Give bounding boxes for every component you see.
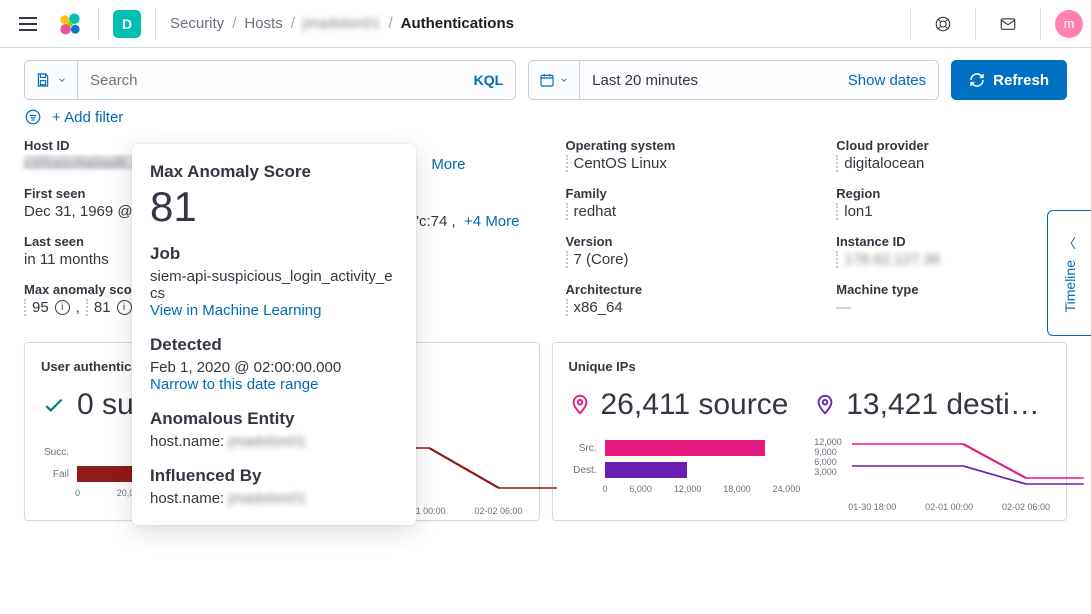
info-icon[interactable]: i — [55, 300, 70, 315]
divider — [910, 8, 911, 40]
global-header: D Security / Hosts / jmadolon01 / Authen… — [0, 0, 1091, 48]
disk-icon — [35, 72, 51, 88]
divider — [1040, 8, 1041, 40]
family-value[interactable]: redhat — [566, 203, 617, 220]
version-value[interactable]: 7 (Core) — [566, 251, 629, 268]
divider — [155, 8, 156, 40]
breadcrumb: Security / Hosts / jmadolon01 / Authenti… — [170, 15, 514, 32]
dest-stat: 13,421 desti… — [846, 388, 1039, 422]
space-selector-button[interactable]: D — [113, 10, 141, 38]
timeline-flyout-toggle[interactable]: 〈 Timeline — [1047, 210, 1091, 336]
breadcrumb-link[interactable]: Security — [170, 15, 224, 32]
calendar-icon — [539, 72, 555, 88]
view-in-ml-link[interactable]: View in Machine Learning — [150, 302, 398, 319]
filter-options-icon[interactable] — [24, 108, 42, 126]
popover-entity-value: host.name: jmadolon01 — [150, 433, 398, 450]
refresh-icon — [969, 72, 985, 88]
host-overview: Host ID c1f1a1c5a0ad6... First seen Dec … — [0, 138, 1091, 330]
more-link[interactable]: More — [431, 156, 465, 173]
ips-line-chart[interactable]: 12,0009,0006,0003,000 01-30 18:0002-01 0… — [818, 440, 1050, 500]
saved-queries-button[interactable] — [24, 60, 77, 100]
popover-subtitle: Detected — [150, 335, 398, 355]
nav-toggle-button[interactable] — [8, 4, 48, 44]
chevron-down-icon — [57, 75, 67, 85]
breadcrumb-current: Authentications — [401, 15, 514, 32]
info-icon[interactable]: i — [117, 300, 132, 315]
narrow-date-link[interactable]: Narrow to this date range — [150, 376, 398, 393]
field-label: Family — [566, 186, 797, 201]
popover-subtitle: Job — [150, 244, 398, 264]
map-pin-icon — [814, 394, 836, 416]
popover-job-value: siem-api-suspicious_login_activity_ecs — [150, 268, 398, 302]
cloud-value[interactable]: digitalocean — [836, 155, 924, 172]
divider — [975, 8, 976, 40]
anomaly-score[interactable]: 81 — [86, 299, 111, 316]
ip-fragment: 'c:74 , — [416, 213, 456, 230]
popover-influenced-value: host.name: jmadolon01 — [150, 490, 398, 507]
unique-ips-panel: Unique IPs 26,411 source 13,421 desti… S… — [552, 342, 1068, 521]
hamburger-icon — [19, 17, 37, 31]
elastic-logo-icon — [56, 10, 84, 38]
user-avatar-button[interactable]: m — [1055, 10, 1083, 38]
arch-value[interactable]: x86_64 — [566, 299, 623, 316]
add-filter-button[interactable]: + Add filter — [52, 109, 123, 126]
instance-value[interactable]: 178.62.127.36 — [836, 251, 940, 268]
divider — [98, 8, 99, 40]
panel-title: Unique IPs — [569, 359, 1051, 374]
chevron-left-icon: 〈 — [1063, 233, 1076, 252]
date-range-value: Last 20 minutes — [592, 72, 848, 89]
search-input[interactable] — [90, 72, 474, 89]
chevron-down-icon — [559, 75, 569, 85]
ip-more-link[interactable]: +4 More — [464, 213, 519, 230]
popover-subtitle: Influenced By — [150, 466, 398, 486]
os-value[interactable]: CentOS Linux — [566, 155, 667, 172]
filter-bar: + Add filter — [0, 108, 1091, 138]
map-pin-icon — [569, 394, 591, 416]
query-bar[interactable]: KQL — [77, 60, 516, 100]
check-icon — [41, 392, 67, 418]
field-label: Instance ID — [836, 234, 1067, 249]
query-language-toggle[interactable]: KQL — [474, 72, 504, 88]
date-range-picker[interactable]: Last 20 minutes Show dates — [579, 60, 939, 100]
ips-bar-chart[interactable]: Src. Dest. 06,00012,00018,00024,000 — [569, 440, 801, 500]
news-button[interactable] — [990, 6, 1026, 42]
anomaly-score-popover: Max Anomaly Score 81 Job siem-api-suspic… — [132, 144, 416, 525]
popover-score-value: 81 — [150, 186, 398, 228]
popover-title: Max Anomaly Score — [150, 162, 398, 182]
popover-subtitle: Anomalous Entity — [150, 409, 398, 429]
anomaly-score[interactable]: 95 — [24, 299, 49, 316]
show-dates-link[interactable]: Show dates — [848, 72, 926, 89]
field-label: Version — [566, 234, 797, 249]
breadcrumb-link[interactable]: Hosts — [244, 15, 282, 32]
popover-detected-value: Feb 1, 2020 @ 02:00:00.000 — [150, 359, 398, 376]
field-label: Operating system — [566, 138, 797, 153]
source-stat: 26,411 source — [601, 388, 789, 422]
lifebuoy-icon — [934, 15, 952, 33]
refresh-button[interactable]: Refresh — [951, 60, 1067, 100]
field-label: Region — [836, 186, 1067, 201]
machine-type-value: — — [836, 299, 1067, 316]
mail-icon — [999, 15, 1017, 33]
help-button[interactable] — [925, 6, 961, 42]
succ-stat: 0 su — [77, 388, 134, 422]
region-value[interactable]: lon1 — [836, 203, 872, 220]
field-label: Machine type — [836, 282, 1067, 297]
quick-select-button[interactable] — [528, 60, 579, 100]
breadcrumb-host[interactable]: jmadolon01 — [303, 15, 381, 32]
field-label: Architecture — [566, 282, 797, 297]
field-label: Cloud provider — [836, 138, 1067, 153]
search-toolbar: KQL Last 20 minutes Show dates Refresh — [0, 48, 1091, 108]
